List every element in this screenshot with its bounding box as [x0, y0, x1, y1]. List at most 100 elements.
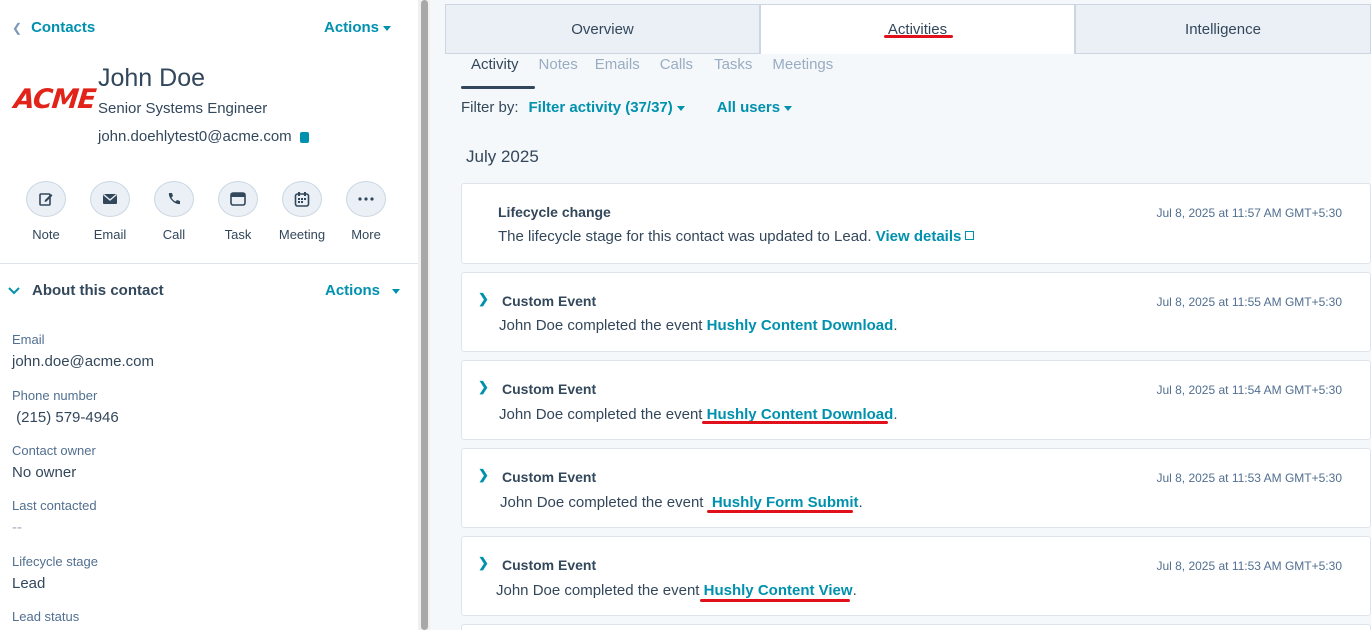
more-icon — [346, 181, 386, 217]
subtab-meetings[interactable]: Meetings — [772, 56, 833, 73]
activity-timestamp: Jul 8, 2025 at 11:53 AM GMT+5:30 — [1156, 559, 1342, 573]
property-phone[interactable]: Phone number (215) 579-4946 — [12, 388, 119, 426]
activity-card[interactable]: ❯ Custom Event John Doe completed the ev… — [461, 448, 1371, 528]
property-contact-owner[interactable]: Contact owner No owner — [12, 443, 96, 481]
activity-title: Custom Event — [502, 469, 597, 485]
annotation-underline — [884, 35, 953, 38]
activity-card[interactable]: ❯ Custom Event John Doe completed the ev… — [461, 272, 1371, 352]
annotation-underline — [707, 510, 853, 513]
view-details-link[interactable]: View details — [876, 228, 975, 245]
external-link-icon — [965, 231, 975, 240]
quick-actions: Note Email Call Task Meeting More — [14, 181, 398, 242]
tab-activities[interactable]: Activities — [760, 4, 1075, 54]
caret-down-icon — [676, 105, 685, 111]
caret-down-icon — [383, 25, 392, 31]
chevron-left-icon: ❮ — [12, 20, 23, 35]
activity-title: Custom Event — [502, 293, 597, 309]
link-text: View details — [875, 228, 962, 245]
property-last-contacted[interactable]: Last contacted -- — [12, 498, 97, 536]
filter-users-label: All users — [716, 99, 781, 116]
back-to-contacts-link[interactable]: ❮ Contacts — [12, 19, 95, 36]
chevron-down-icon — [8, 286, 20, 294]
filter-activity-label: Filter activity (37/37) — [528, 99, 673, 116]
subtab-notes[interactable]: Notes — [539, 56, 578, 73]
scrollbar-thumb[interactable] — [421, 0, 428, 630]
chevron-right-icon[interactable]: ❯ — [478, 555, 489, 571]
event-link[interactable]: Hushly Form Submit — [712, 494, 859, 511]
punctuation: . — [858, 494, 863, 511]
activity-title: Lifecycle change — [498, 204, 611, 220]
activity-text: The lifecycle stage for this contact was… — [498, 228, 872, 245]
property-email[interactable]: Email john.doe@acme.com — [12, 332, 154, 370]
activity-card-partial[interactable] — [461, 624, 1371, 630]
property-label: Phone number — [12, 388, 98, 403]
activity-card[interactable]: Lifecycle change The lifecycle stage for… — [461, 183, 1371, 264]
activity-text: John Doe completed the event — [499, 406, 703, 423]
activity-title: Custom Event — [502, 557, 597, 573]
copy-icon[interactable] — [299, 132, 309, 143]
activity-timestamp: Jul 8, 2025 at 11:53 AM GMT+5:30 — [1156, 471, 1342, 485]
note-action-label: Note — [32, 227, 60, 242]
caret-down-icon — [784, 105, 793, 111]
sidebar-scrollbar[interactable] — [418, 0, 430, 630]
tab-intelligence[interactable]: Intelligence — [1075, 4, 1371, 54]
punctuation: . — [893, 317, 898, 334]
property-label: Email — [12, 332, 45, 347]
event-link[interactable]: Hushly Content Download — [707, 317, 894, 334]
call-action[interactable]: Call — [142, 181, 206, 242]
contact-email: john.doehlytest0@acme.com — [98, 128, 309, 145]
property-value: -- — [12, 519, 22, 536]
activity-description: John Doe completed the event Hushly Cont… — [499, 317, 897, 334]
call-action-label: Call — [162, 227, 186, 242]
phone-icon — [154, 181, 194, 217]
calendar-icon — [282, 181, 322, 217]
record-tabs: Overview Activities Intelligence — [445, 4, 1371, 54]
about-actions-label: Actions — [325, 282, 381, 299]
activity-description: John Doe completed the event Hushly Cont… — [496, 582, 857, 599]
punctuation: . — [893, 406, 898, 423]
more-action[interactable]: More — [334, 181, 398, 242]
task-action[interactable]: Task — [206, 181, 270, 242]
chevron-right-icon[interactable]: ❯ — [478, 379, 489, 395]
subtab-calls[interactable]: Calls — [660, 56, 693, 73]
property-label: Contact owner — [12, 443, 96, 458]
property-value: (215) 579-4946 — [12, 409, 119, 426]
about-actions-button[interactable]: Actions — [325, 282, 401, 299]
activity-card[interactable]: ❯ Custom Event John Doe completed the ev… — [461, 536, 1371, 616]
section-divider — [0, 263, 418, 264]
filter-activity-dropdown[interactable]: Filter activity (37/37) — [529, 99, 685, 116]
property-lead-status[interactable]: Lead status — [12, 609, 79, 624]
edit-icon — [26, 181, 66, 217]
meeting-action[interactable]: Meeting — [270, 181, 334, 242]
contact-job-title: Senior Systems Engineer — [98, 100, 268, 117]
activity-panel: Overview Activities Intelligence Activit… — [430, 0, 1371, 630]
back-label: Contacts — [31, 19, 96, 36]
activity-filter-bar: Filter by: Filter activity (37/37) All u… — [461, 99, 793, 116]
property-value: john.doe@acme.com — [12, 353, 154, 370]
activity-card[interactable]: ❯ Custom Event John Doe completed the ev… — [461, 360, 1371, 440]
filter-users-dropdown[interactable]: All users — [716, 99, 793, 116]
chevron-right-icon[interactable]: ❯ — [478, 291, 489, 307]
annotation-underline — [702, 421, 888, 424]
property-value: No owner — [12, 464, 77, 481]
more-action-label: More — [351, 227, 381, 242]
note-action[interactable]: Note — [14, 181, 78, 242]
filter-label: Filter by: — [461, 99, 519, 116]
tab-overview[interactable]: Overview — [445, 4, 760, 54]
punctuation: . — [852, 582, 857, 599]
email-action[interactable]: Email — [78, 181, 142, 242]
subtab-tasks[interactable]: Tasks — [714, 56, 752, 73]
activity-text: John Doe completed the event — [496, 582, 700, 599]
event-link[interactable]: Hushly Content View — [704, 582, 853, 599]
activity-timestamp: Jul 8, 2025 at 11:54 AM GMT+5:30 — [1156, 383, 1342, 397]
active-subtab-indicator — [461, 86, 535, 89]
contact-name: John Doe — [98, 64, 206, 92]
chevron-right-icon[interactable]: ❯ — [478, 467, 489, 483]
contact-actions-button[interactable]: Actions — [324, 19, 392, 36]
subtab-activity[interactable]: Activity — [471, 56, 519, 73]
about-section-toggle[interactable]: About this contact — [8, 282, 164, 299]
property-label: Lead status — [12, 609, 80, 624]
subtab-emails[interactable]: Emails — [595, 56, 640, 73]
task-action-label: Task — [224, 227, 252, 242]
property-lifecycle-stage[interactable]: Lifecycle stage Lead — [12, 554, 98, 592]
